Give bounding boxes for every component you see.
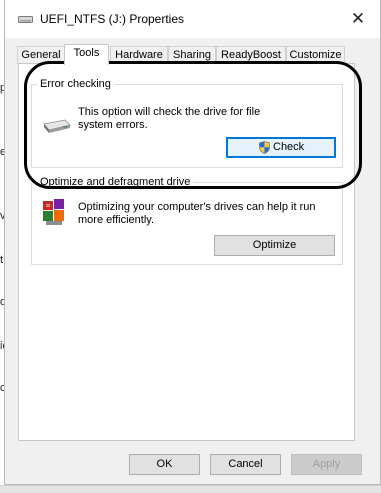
apply-button[interactable]: Apply (291, 454, 362, 475)
drive-icon (43, 119, 71, 133)
optimize-button[interactable]: Optimize (214, 235, 335, 256)
cancel-button[interactable]: Cancel (210, 454, 281, 475)
background-text: t (0, 254, 4, 266)
background-status-bar (0, 485, 381, 493)
error-checking-description-line1: This option will check the drive for fil… (78, 106, 261, 118)
check-button[interactable]: Check (226, 137, 336, 158)
error-checking-title: Error checking (37, 78, 114, 90)
check-button-label: Check (273, 141, 305, 153)
uac-shield-icon (259, 141, 270, 154)
close-button[interactable]: ✕ (350, 10, 366, 28)
optimize-title: Optimize and defragment drive (37, 176, 194, 188)
optimize-description-line2: more efficiently. (78, 214, 155, 226)
drive-icon (18, 16, 33, 23)
properties-dialog: UEFI_NTFS (J:) Properties ✕ General Tool… (4, 0, 381, 485)
tab-readyboost[interactable]: ReadyBoost (216, 46, 286, 64)
window-title: UEFI_NTFS (J:) Properties (40, 12, 185, 26)
optimize-group: Optimize and defragment drive Optimizing… (31, 176, 343, 265)
title-bar[interactable]: UEFI_NTFS (J:) Properties ✕ (5, 0, 380, 38)
tab-sharing[interactable]: Sharing (168, 46, 216, 64)
tab-customize[interactable]: Customize (286, 46, 345, 64)
dialog-footer: OK Cancel Apply (5, 446, 380, 486)
tab-general[interactable]: General (17, 46, 65, 64)
error-checking-group: Error checking This option will check th… (31, 78, 343, 168)
tools-tab-page: Error checking This option will check th… (18, 63, 355, 441)
ok-button[interactable]: OK (129, 454, 200, 475)
tab-tools[interactable]: Tools (64, 44, 109, 65)
error-checking-description-line2: system errors. (78, 119, 148, 131)
defrag-icon (43, 199, 64, 225)
optimize-description-line1: Optimizing your computer's drives can he… (78, 201, 316, 213)
tab-hardware[interactable]: Hardware (110, 46, 168, 64)
